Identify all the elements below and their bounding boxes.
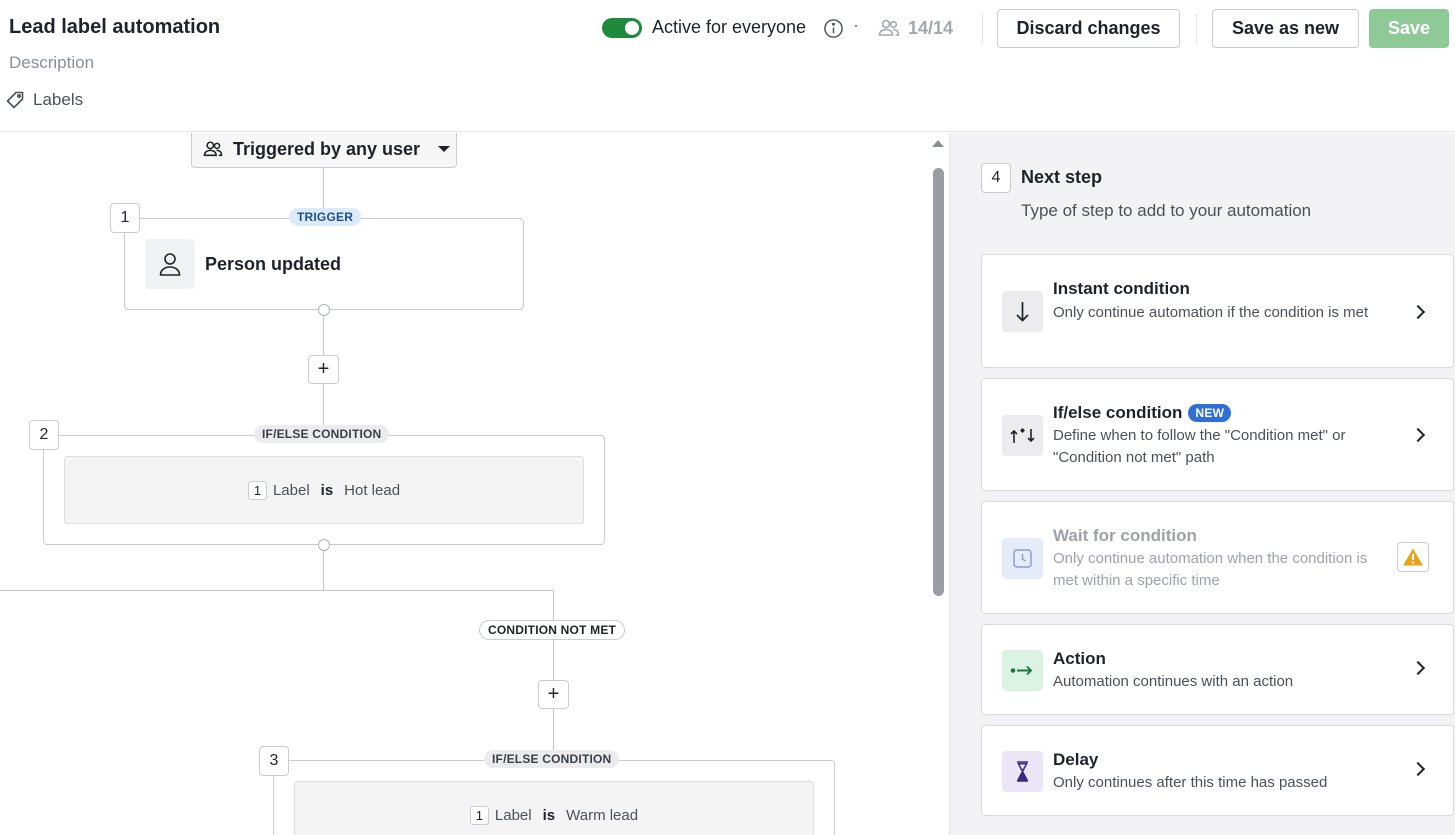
option-description: Only continue automation if the conditio… [1053, 304, 1369, 321]
canvas-scrollbar[interactable] [933, 168, 944, 596]
step-number: 1 [110, 203, 140, 233]
action-option[interactable]: Action Automation continues with an acti… [981, 624, 1454, 715]
ifelse-step-card[interactable]: 1 Label is Hot lead [43, 435, 605, 545]
connector-line [323, 551, 324, 591]
ifelse-condition-option[interactable]: If/else condition NEW Define when to fol… [981, 378, 1454, 491]
header: Lead label automation Description Labels… [0, 0, 1455, 132]
condition-rule[interactable]: 1 Label is Warm lead [294, 781, 814, 835]
ifelse-tag: IF/ELSE CONDITION [254, 425, 390, 443]
condition-index: 1 [469, 805, 489, 825]
option-description: Automation continues with an action [1053, 673, 1294, 690]
separator-dot: · [853, 15, 859, 35]
connector-dot [318, 539, 330, 551]
next-step-subtitle: Type of step to add to your automation [1021, 201, 1312, 220]
person-icon [145, 239, 195, 289]
option-description: Define when to follow the "Condition met… [1053, 427, 1346, 466]
triggered-by-select[interactable]: Triggered by any user [191, 133, 457, 168]
condition-field: Label [272, 481, 310, 499]
option-title: Delay [1053, 750, 1099, 769]
action-arrow-icon [1002, 650, 1043, 691]
users-icon [203, 141, 223, 157]
option-description: Only continue automation when the condit… [1053, 550, 1368, 589]
connector-line [0, 590, 554, 591]
save-button[interactable]: Save [1369, 9, 1449, 48]
triggered-by-label: Triggered by any user [233, 138, 421, 159]
labels-button[interactable]: Labels [5, 90, 83, 110]
wait-for-condition-option[interactable]: Wait for condition Only continue automat… [981, 501, 1454, 614]
users-count: 14/14 [908, 18, 954, 38]
chevron-right-icon [1410, 660, 1426, 676]
discard-changes-button[interactable]: Discard changes [997, 9, 1180, 48]
automation-title[interactable]: Lead label automation [9, 16, 220, 39]
hourglass-icon [1002, 751, 1043, 792]
connector-dot [318, 304, 330, 316]
add-step-button[interactable]: + [308, 355, 339, 384]
trigger-tag: TRIGGER [289, 208, 362, 226]
step-number: 2 [29, 420, 59, 450]
trigger-title: Person updated [205, 254, 342, 274]
info-icon[interactable] [823, 18, 844, 39]
option-title: If/else condition [1053, 403, 1183, 422]
chevron-right-icon [1410, 427, 1426, 443]
clock-icon [1002, 538, 1043, 579]
chevron-right-icon [1410, 304, 1426, 320]
option-title: Action [1053, 649, 1106, 668]
description-field[interactable]: Description [9, 53, 94, 73]
condition-operator: is [542, 806, 556, 824]
new-badge: NEW [1188, 404, 1232, 422]
header-divider [1196, 14, 1197, 44]
trigger-step-card[interactable]: Person updated [124, 218, 524, 310]
delay-option[interactable]: Delay Only continues after this time has… [981, 725, 1454, 816]
active-toggle[interactable] [602, 18, 642, 38]
tag-icon [6, 91, 24, 109]
option-description: Only continues after this time has passe… [1053, 774, 1328, 791]
labels-label: Labels [33, 90, 84, 109]
users-icon [878, 19, 900, 36]
add-step-button[interactable]: + [538, 680, 569, 709]
condition-value: Warm lead [566, 806, 639, 824]
option-title: Instant condition [1053, 279, 1190, 298]
arrow-down-icon [1002, 291, 1043, 332]
scroll-up-arrow-icon[interactable] [932, 140, 944, 147]
chevron-right-icon [1410, 761, 1426, 777]
condition-rule[interactable]: 1 Label is Hot lead [64, 456, 584, 524]
instant-condition-option[interactable]: Instant condition Only continue automati… [981, 254, 1454, 368]
next-step-title: Next step [1021, 167, 1103, 187]
condition-index: 1 [247, 480, 267, 500]
option-title: Wait for condition [1053, 526, 1197, 545]
condition-value: Hot lead [344, 481, 401, 499]
warning-icon[interactable] [1397, 542, 1429, 572]
ifelse-tag: IF/ELSE CONDITION [484, 750, 620, 768]
active-status-label: Active for everyone [652, 17, 807, 37]
connector-line [553, 590, 554, 760]
branch-arrows-icon [1002, 415, 1043, 456]
automation-canvas[interactable]: Triggered by any user Person updated 1 T… [0, 133, 948, 835]
step-number: 3 [259, 746, 289, 776]
save-as-new-button[interactable]: Save as new [1212, 9, 1359, 48]
condition-not-met-label: CONDITION NOT MET [479, 620, 626, 640]
next-step-panel: 4 Next step Type of step to add to your … [949, 133, 1455, 835]
condition-field: Label [494, 806, 532, 824]
ifelse-step-card[interactable]: 1 Label is Warm lead [273, 760, 835, 835]
caret-down-icon [438, 146, 451, 152]
condition-operator: is [320, 481, 334, 499]
header-divider [982, 14, 983, 44]
step-number: 4 [981, 163, 1011, 193]
